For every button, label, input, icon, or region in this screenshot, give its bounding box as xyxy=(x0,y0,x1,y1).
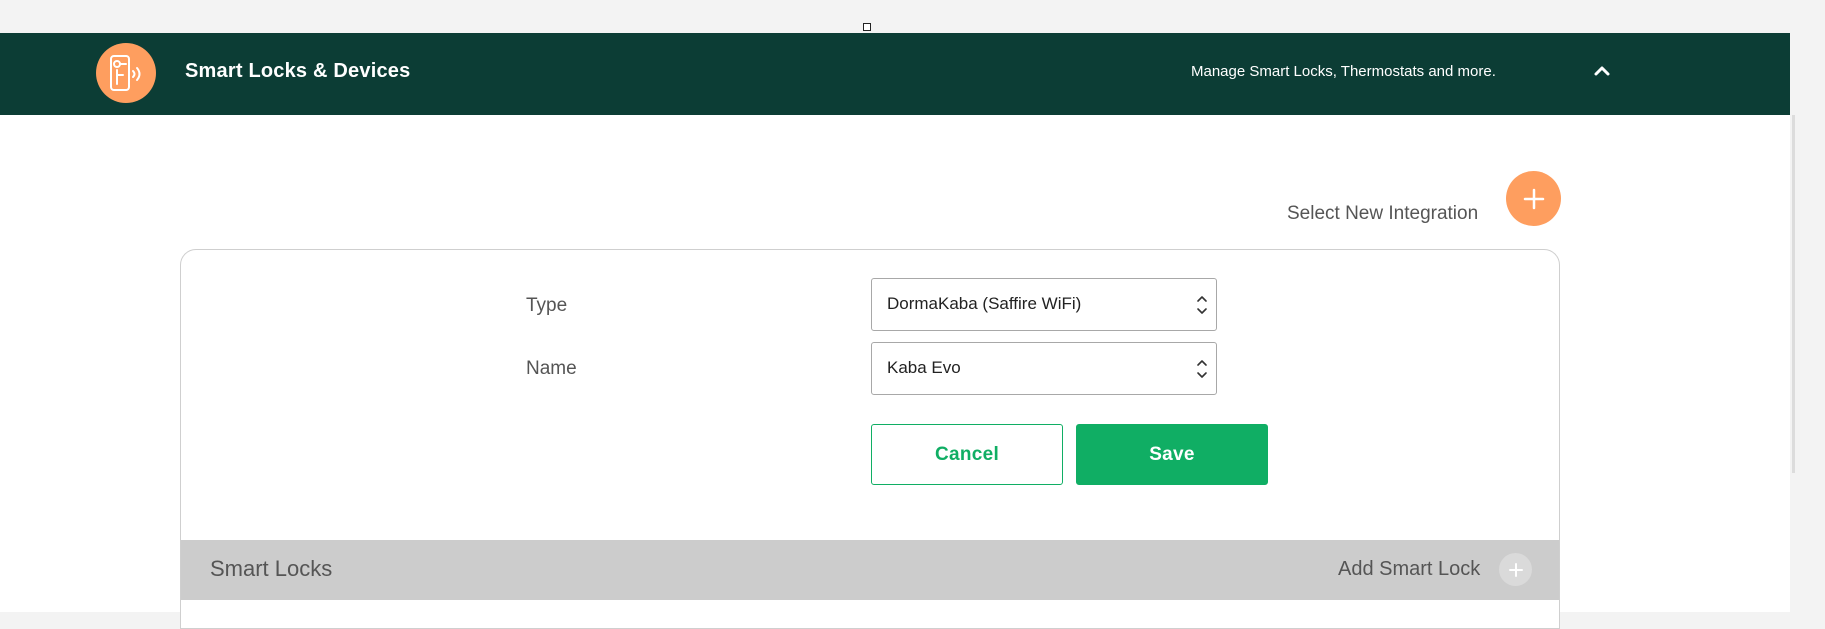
smart-locks-section-header: Smart Locks Add Smart Lock xyxy=(181,540,1559,600)
scrollbar-thumb[interactable] xyxy=(1792,115,1795,473)
name-select-value: Kaba Evo xyxy=(887,358,961,377)
type-select-value: DormaKaba (Saffire WiFi) xyxy=(887,294,1082,313)
select-new-integration-label: Select New Integration xyxy=(1287,203,1479,224)
smart-lock-icon xyxy=(96,43,156,103)
page-subtitle: Manage Smart Locks, Thermostats and more… xyxy=(1191,63,1496,80)
main-content: Select New Integration Type DormaKaba (S… xyxy=(0,115,1790,629)
select-arrows-icon xyxy=(1197,296,1207,314)
page-title: Smart Locks & Devices xyxy=(185,60,411,82)
select-arrows-icon xyxy=(1197,360,1207,378)
section-title: Smart Locks xyxy=(210,556,333,581)
page-header: Smart Locks & Devices Manage Smart Locks… xyxy=(0,33,1790,115)
type-select[interactable]: DormaKaba (Saffire WiFi) xyxy=(871,278,1217,331)
plus-icon xyxy=(1523,188,1544,209)
add-smart-lock-button[interactable] xyxy=(1499,553,1532,586)
scrollbar-track[interactable] xyxy=(1790,0,1825,612)
type-label: Type xyxy=(526,295,568,316)
select-new-integration-button[interactable] xyxy=(1506,171,1561,226)
selection-handle-top-middle[interactable] xyxy=(863,23,871,31)
select-new-integration-link[interactable]: Select New Integration xyxy=(1287,199,1492,229)
save-button[interactable]: Save xyxy=(1076,424,1268,485)
add-smart-lock-label[interactable]: Add Smart Lock xyxy=(1338,558,1480,581)
name-label: Name xyxy=(526,358,577,379)
chevron-up-icon[interactable] xyxy=(1592,61,1612,81)
plus-icon xyxy=(1508,562,1523,577)
integration-card: Type DormaKaba (Saffire WiFi) Name Kaba … xyxy=(180,249,1560,629)
cancel-button[interactable]: Cancel xyxy=(871,424,1063,485)
name-select[interactable]: Kaba Evo xyxy=(871,342,1217,395)
